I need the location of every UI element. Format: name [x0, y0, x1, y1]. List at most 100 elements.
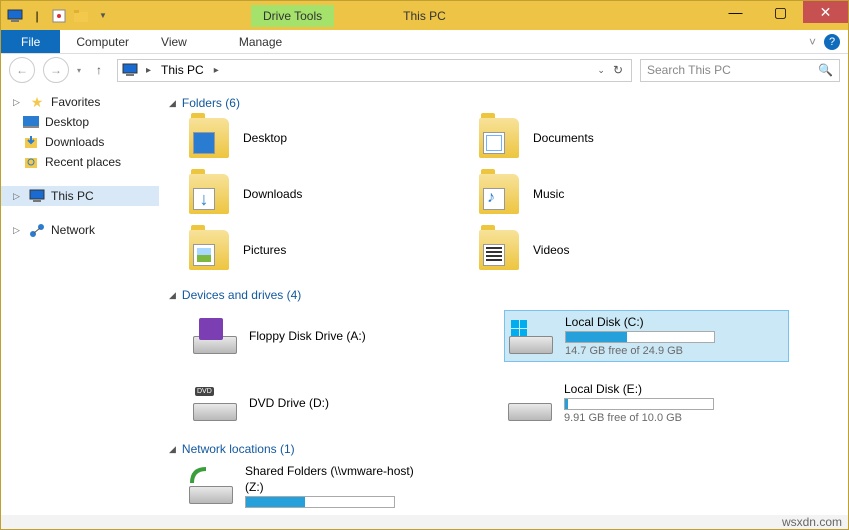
minimize-button[interactable]: —: [713, 1, 758, 23]
star-icon: ★: [29, 94, 45, 110]
folder-label: Videos: [533, 243, 569, 257]
folder-icon: [189, 174, 229, 214]
folder-label: Documents: [533, 131, 594, 145]
drive-label: Local Disk (E:): [564, 382, 785, 396]
collapse-ribbon-icon[interactable]: ˅: [809, 35, 816, 49]
section-label: Folders (6): [182, 96, 240, 110]
downloads-icon: [23, 134, 39, 150]
capacity-bar: [564, 398, 714, 410]
up-button[interactable]: ↑: [89, 60, 109, 80]
folder-videos[interactable]: Videos: [479, 230, 709, 270]
forward-button[interactable]: →: [43, 57, 69, 83]
recent-icon: [23, 154, 39, 170]
nav-label: Desktop: [45, 115, 89, 129]
nav-label: This PC: [51, 189, 94, 203]
drive-c[interactable]: Local Disk (C:) 14.7 GB free of 24.9 GB: [504, 310, 789, 362]
location-icon: [122, 62, 138, 78]
thispc-icon[interactable]: [7, 8, 23, 24]
file-tab[interactable]: File: [1, 30, 60, 53]
quick-access-toolbar: | ▼: [1, 8, 117, 24]
capacity-bar: [245, 496, 395, 508]
section-devices-header[interactable]: ◢ Devices and drives (4): [169, 288, 838, 302]
footer: wsxdn.com: [1, 515, 848, 529]
folder-icon: [479, 230, 519, 270]
tab-view[interactable]: View: [145, 30, 203, 53]
nav-item-thispc[interactable]: ▷ This PC: [1, 186, 159, 206]
dvd-icon: DVD: [193, 385, 237, 421]
maximize-button[interactable]: ▢: [758, 1, 803, 23]
folder-label: Music: [533, 187, 564, 201]
folder-icon: [189, 118, 229, 158]
folder-music[interactable]: Music: [479, 174, 709, 214]
collapse-icon[interactable]: ◢: [169, 98, 176, 109]
folder-icon: [189, 230, 229, 270]
network-drive-icon: [189, 468, 233, 504]
drive-floppy[interactable]: Floppy Disk Drive (A:): [189, 310, 474, 362]
tab-computer[interactable]: Computer: [60, 30, 145, 53]
folder-pictures[interactable]: Pictures: [189, 230, 419, 270]
drive-letter: (Z:): [245, 480, 838, 494]
nav-item-desktop[interactable]: Desktop: [1, 112, 159, 132]
properties-icon[interactable]: [51, 8, 67, 24]
close-button[interactable]: ✕: [803, 1, 848, 23]
nav-label: Network: [51, 223, 95, 237]
breadcrumb-thispc[interactable]: This PC: [159, 63, 206, 77]
network-share-z[interactable]: Shared Folders (\\vmware-host) (Z:): [189, 464, 838, 508]
content-pane: ◢ Folders (6) Desktop Documents Download…: [159, 86, 848, 515]
folders-grid: Desktop Documents Downloads Music Pictur…: [169, 118, 709, 270]
nav-label: Downloads: [45, 135, 104, 149]
drive-dvd[interactable]: DVD DVD Drive (D:): [189, 378, 474, 428]
collapse-icon[interactable]: ◢: [169, 290, 176, 301]
back-button[interactable]: ←: [9, 57, 35, 83]
drive-freespace: 14.7 GB free of 24.9 GB: [565, 345, 784, 357]
crumb-arrow-icon[interactable]: ▸: [210, 65, 223, 76]
folder-documents[interactable]: Documents: [479, 118, 709, 158]
drive-freespace: 9.91 GB free of 10.0 GB: [564, 412, 785, 424]
folder-icon: [479, 118, 519, 158]
collapse-icon[interactable]: ◢: [169, 444, 176, 455]
nav-item-recent[interactable]: Recent places: [1, 152, 159, 172]
folder-label: Desktop: [243, 131, 287, 145]
collapse-icon[interactable]: ▷: [13, 225, 23, 236]
qat-dropdown-icon[interactable]: ▼: [95, 8, 111, 24]
refresh-icon[interactable]: ↻: [613, 63, 623, 77]
section-folders-header[interactable]: ◢ Folders (6): [169, 96, 838, 110]
address-dropdown-icon[interactable]: ⌄: [597, 65, 605, 76]
windows-flag-icon: [511, 320, 527, 336]
new-folder-icon[interactable]: [73, 8, 89, 24]
tab-manage[interactable]: Manage: [223, 30, 298, 53]
crumb-arrow-icon[interactable]: ▸: [142, 65, 155, 76]
help-icon[interactable]: ?: [824, 34, 840, 50]
nav-item-downloads[interactable]: Downloads: [1, 132, 159, 152]
nav-favorites-header[interactable]: ▷ ★ Favorites: [1, 92, 159, 112]
network-icon: [29, 222, 45, 238]
localdisk-icon: [509, 318, 553, 354]
section-label: Devices and drives (4): [182, 288, 301, 302]
folder-icon: [479, 174, 519, 214]
contextual-tab-label: Drive Tools: [251, 5, 334, 27]
drive-label: Shared Folders (\\vmware-host): [245, 464, 838, 478]
drive-label: Floppy Disk Drive (A:): [249, 329, 470, 343]
collapse-icon[interactable]: ▷: [13, 191, 23, 202]
body: ▷ ★ Favorites Desktop Downloads Recent p…: [1, 86, 848, 515]
capacity-bar: [565, 331, 715, 343]
watermark: wsxdn.com: [782, 515, 842, 529]
drive-e[interactable]: Local Disk (E:) 9.91 GB free of 10.0 GB: [504, 378, 789, 428]
ribbon-tabs: File Computer View Manage ˅ ?: [1, 30, 848, 54]
search-input[interactable]: Search This PC 🔍: [640, 59, 840, 82]
folder-label: Pictures: [243, 243, 286, 257]
folder-desktop[interactable]: Desktop: [189, 118, 419, 158]
search-icon[interactable]: 🔍: [818, 63, 833, 77]
collapse-icon[interactable]: ▷: [13, 97, 23, 108]
folder-downloads[interactable]: Downloads: [189, 174, 419, 214]
nav-label: Favorites: [51, 95, 100, 109]
address-bar[interactable]: ▸ This PC ▸ ⌄ ↻: [117, 59, 632, 82]
section-network-header[interactable]: ◢ Network locations (1): [169, 442, 838, 456]
search-placeholder: Search This PC: [647, 63, 731, 77]
drives-grid: Floppy Disk Drive (A:) Local Disk (C:) 1…: [169, 310, 789, 428]
folder-label: Downloads: [243, 187, 302, 201]
drive-label: DVD Drive (D:): [249, 396, 470, 410]
nav-item-network[interactable]: ▷ Network: [1, 220, 159, 240]
history-dropdown-icon[interactable]: ▾: [77, 66, 81, 75]
title-bar: | ▼ Drive Tools This PC — ▢ ✕: [1, 1, 848, 30]
